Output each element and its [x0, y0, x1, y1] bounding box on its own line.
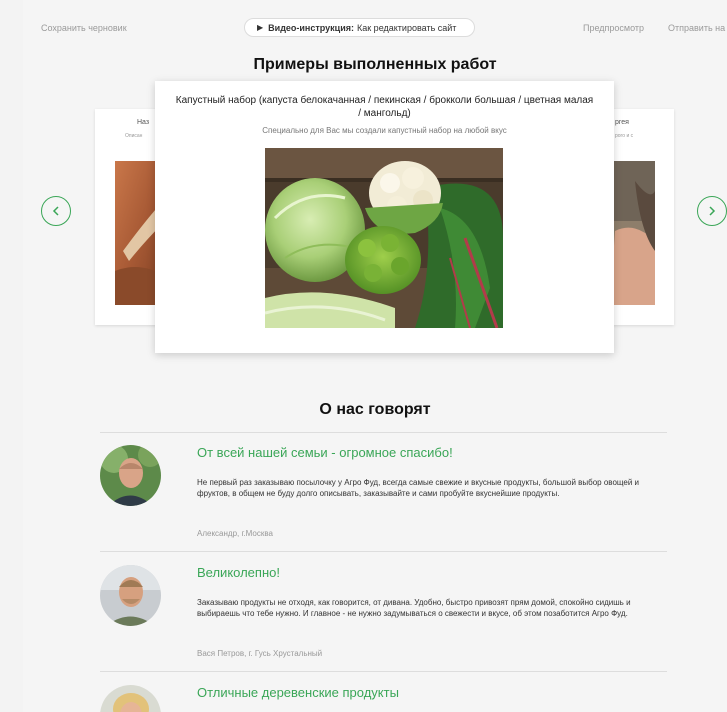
slide-subtitle: Специально для Вас мы создали капустный … [262, 126, 507, 135]
video-text: Как редактировать сайт [357, 22, 457, 33]
avatar [100, 685, 161, 712]
avatar [100, 565, 161, 626]
chevron-left-icon [52, 206, 59, 216]
slide-card-subtitle: рого и с [615, 133, 634, 139]
review-author: Вася Петров, г. Гусь Хрустальный [197, 649, 323, 658]
video-instruction-button[interactable]: ▶ Видео-инструкция: Как редактировать са… [244, 18, 475, 37]
play-icon: ▶ [257, 23, 264, 32]
slider-next-button[interactable] [697, 196, 727, 226]
divider [100, 671, 667, 672]
works-title: Примеры выполненных работ [253, 56, 497, 73]
review-title: Великолепно! [197, 565, 280, 580]
slide-card-subtitle: Описан [125, 133, 143, 139]
video-label: Видео-инструкция: [268, 22, 354, 33]
review-title: Отличные деревенские продукты [197, 685, 399, 700]
divider [100, 551, 667, 552]
chevron-right-icon [709, 206, 716, 216]
reviews-title: О нас говорят [319, 401, 431, 418]
save-draft-button[interactable]: Сохранить черновик [41, 23, 127, 33]
review-author: Александр, г.Москва [197, 529, 273, 538]
slide-card-next[interactable]: ргея рого и с [605, 109, 674, 325]
avatar [100, 445, 161, 506]
slide-image-cabbage [265, 148, 503, 328]
review-item: Отличные деревенские продукты [100, 685, 667, 712]
preview-button[interactable]: Предпросмотр [583, 23, 644, 33]
slide-card-title: Наз [137, 119, 150, 126]
review-text: Заказываю продукты не отходя, как говори… [197, 598, 631, 618]
slider-prev-button[interactable] [41, 196, 71, 226]
send-button[interactable]: Отправить на [668, 23, 725, 33]
review-title: От всей нашей семьи - огромное спасибо! [197, 445, 453, 460]
editor-toolbar: Сохранить черновик ▶ Видео-инструкция: К… [0, 0, 727, 56]
slide-title: Капустный набор (капуста белокачанная / … [175, 95, 594, 119]
divider [100, 432, 667, 433]
slide-card-title: ргея [615, 119, 629, 126]
slide-card-active[interactable]: Капустный набор (капуста белокачанная / … [155, 81, 614, 353]
review-item: От всей нашей семьи - огромное спасибо! … [100, 445, 667, 545]
review-text: Не первый раз заказываю посылочку у Агро… [197, 478, 639, 498]
review-item: Великолепно! Заказываю продукты не отход… [100, 565, 667, 665]
